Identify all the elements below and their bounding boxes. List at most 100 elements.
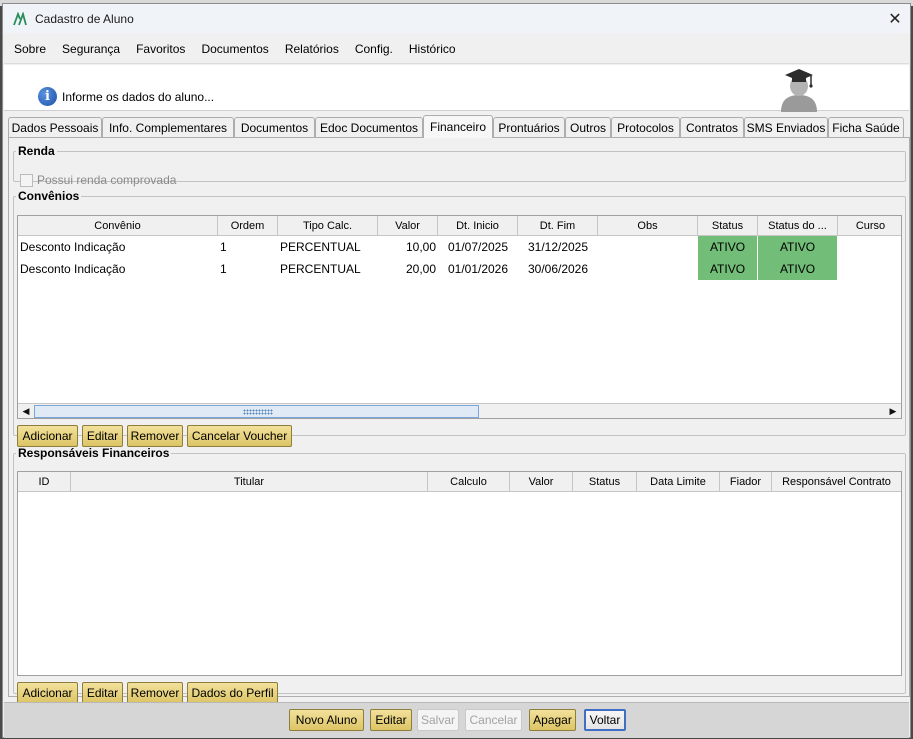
cell-tipo-calc: PERCENTUAL xyxy=(280,262,361,276)
title-bar: Cadastro de Aluno ✕ xyxy=(3,4,910,33)
menu-seguranca[interactable]: Segurança xyxy=(54,34,128,63)
profile-data-button[interactable]: Dados do Perfil xyxy=(187,682,278,704)
menu-favoritos[interactable]: Favoritos xyxy=(128,34,193,63)
cell-tipo-calc: PERCENTUAL xyxy=(280,240,361,254)
col-curso[interactable]: Curso xyxy=(838,216,901,236)
tab-protocolos[interactable]: Protocolos xyxy=(611,117,680,138)
responsaveis-legend: Responsáveis Financeiros xyxy=(18,446,170,460)
renda-legend: Renda xyxy=(18,144,55,158)
status-badge: ATIVO xyxy=(698,258,758,280)
tab-financeiro[interactable]: Financeiro xyxy=(423,115,493,138)
new-student-button[interactable]: Novo Aluno xyxy=(289,709,364,731)
tab-prontuarios[interactable]: Prontuários xyxy=(493,117,565,138)
tab-sms-enviados[interactable]: SMS Enviados xyxy=(744,117,828,138)
scroll-left-icon[interactable]: ◀ xyxy=(18,404,34,418)
scroll-right-icon[interactable]: ▶ xyxy=(885,404,901,418)
cell-obs xyxy=(598,258,698,280)
menu-historico[interactable]: Histórico xyxy=(401,34,464,63)
tab-ficha-saude[interactable]: Ficha Saúde xyxy=(828,117,904,138)
responsaveis-table-header: ID Titular Calculo Valor Status Data Lim… xyxy=(18,472,901,492)
renda-checkbox[interactable] xyxy=(20,173,33,187)
info-icon: i xyxy=(38,87,57,106)
cell-convenio: Desconto Indicação xyxy=(20,262,126,276)
col-status[interactable]: Status xyxy=(698,216,758,236)
renda-checkbox-row: Possui renda comprovada xyxy=(20,173,176,187)
col-calculo[interactable]: Calculo xyxy=(428,472,510,492)
col-data-limite[interactable]: Data Limite xyxy=(637,472,720,492)
menu-relatorios[interactable]: Relatórios xyxy=(277,34,347,63)
tab-bar: Dados Pessoais Info. Complementares Docu… xyxy=(8,115,908,138)
cell-curso xyxy=(838,258,901,280)
col-valor[interactable]: Valor xyxy=(510,472,573,492)
tab-edoc-documentos[interactable]: Edoc Documentos xyxy=(315,117,423,138)
responsaveis-table[interactable]: ID Titular Calculo Valor Status Data Lim… xyxy=(17,471,902,676)
renda-checkbox-label: Possui renda comprovada xyxy=(37,173,177,187)
tab-documentos[interactable]: Documentos xyxy=(234,117,315,138)
col-id[interactable]: ID xyxy=(18,472,71,492)
col-convenio[interactable]: Convênio xyxy=(18,216,218,236)
col-titular[interactable]: Titular xyxy=(71,472,428,492)
tab-dados-pessoais[interactable]: Dados Pessoais xyxy=(8,117,102,138)
menu-documentos[interactable]: Documentos xyxy=(193,34,276,63)
cell-dt-inicio: 01/01/2026 xyxy=(447,262,509,276)
convenios-group: Convênios Convênio Ordem Tipo Calc. Valo… xyxy=(13,189,906,447)
convenios-table-header: Convênio Ordem Tipo Calc. Valor Dt. Inic… xyxy=(18,216,901,236)
save-button[interactable]: Salvar xyxy=(417,709,459,731)
footer-toolbar: Novo Aluno Editar Salvar Cancelar Apagar… xyxy=(4,702,909,738)
cell-valor: 10,00 xyxy=(405,240,436,254)
cell-valor: 20,00 xyxy=(405,262,436,276)
cancel-button[interactable]: Cancelar xyxy=(465,709,522,731)
convenio-add-button[interactable]: Adicionar xyxy=(17,425,78,447)
financeiro-panel: Renda Possui renda comprovada Convênios … xyxy=(8,137,910,704)
cell-ordem: 1 xyxy=(220,240,227,254)
col-obs[interactable]: Obs xyxy=(598,216,698,236)
close-button[interactable]: ✕ xyxy=(880,4,910,33)
col-status-do[interactable]: Status do ... xyxy=(758,216,838,236)
cell-curso xyxy=(838,236,901,258)
col-valor[interactable]: Valor xyxy=(378,216,438,236)
col-dt-inicio[interactable]: Dt. Inicio xyxy=(438,216,518,236)
tab-outros[interactable]: Outros xyxy=(565,117,611,138)
responsavel-edit-button[interactable]: Editar xyxy=(82,682,123,704)
scrollbar-grip-icon xyxy=(243,409,273,415)
scrollbar-thumb[interactable] xyxy=(34,405,479,418)
convenios-table[interactable]: Convênio Ordem Tipo Calc. Valor Dt. Inic… xyxy=(17,215,902,419)
convenio-remove-button[interactable]: Remover xyxy=(127,425,183,447)
back-button[interactable]: Voltar xyxy=(584,709,626,731)
col-responsavel-contrato[interactable]: Responsável Contrato xyxy=(772,472,901,492)
tab-contratos[interactable]: Contratos xyxy=(680,117,744,138)
col-tipo-calc[interactable]: Tipo Calc. xyxy=(278,216,378,236)
cell-convenio: Desconto Indicação xyxy=(20,240,126,254)
info-banner: i Informe os dados do aluno... xyxy=(4,65,909,112)
close-icon: ✕ xyxy=(888,10,902,28)
menu-sobre[interactable]: Sobre xyxy=(4,34,54,63)
renda-group: Renda Possui renda comprovada xyxy=(13,144,906,187)
menu-config[interactable]: Config. xyxy=(347,34,401,63)
app-logo-icon xyxy=(13,11,27,25)
responsaveis-group: Responsáveis Financeiros ID Titular Calc… xyxy=(13,446,906,704)
responsavel-remove-button[interactable]: Remover xyxy=(127,682,183,704)
col-status[interactable]: Status xyxy=(573,472,637,492)
cancel-voucher-button[interactable]: Cancelar Voucher xyxy=(187,425,292,447)
delete-button[interactable]: Apagar xyxy=(529,709,576,731)
convenio-edit-button[interactable]: Editar xyxy=(82,425,123,447)
menu-bar: Sobre Segurança Favoritos Documentos Rel… xyxy=(4,34,909,64)
horizontal-scrollbar[interactable]: ◀ ▶ xyxy=(18,403,901,418)
student-registration-window: Cadastro de Aluno ✕ Sobre Segurança Favo… xyxy=(2,3,911,738)
status-badge: ATIVO xyxy=(698,236,758,258)
cell-obs xyxy=(598,236,698,258)
edit-button[interactable]: Editar xyxy=(370,709,412,731)
banner-message: Informe os dados do aluno... xyxy=(62,90,215,104)
col-ordem[interactable]: Ordem xyxy=(218,216,278,236)
tab-info-complementares[interactable]: Info. Complementares xyxy=(102,117,234,138)
table-row[interactable]: Desconto Indicação 1 PERCENTUAL 20,00 01… xyxy=(18,258,901,280)
table-row[interactable]: Desconto Indicação 1 PERCENTUAL 10,00 01… xyxy=(18,236,901,258)
responsavel-add-button[interactable]: Adicionar xyxy=(17,682,78,704)
cell-dt-inicio: 01/07/2025 xyxy=(447,240,509,254)
status-badge: ATIVO xyxy=(758,258,838,280)
col-dt-fim[interactable]: Dt. Fim xyxy=(518,216,598,236)
cell-ordem: 1 xyxy=(220,262,227,276)
col-fiador[interactable]: Fiador xyxy=(720,472,772,492)
cell-dt-fim: 30/06/2026 xyxy=(527,262,589,276)
status-badge: ATIVO xyxy=(758,236,838,258)
